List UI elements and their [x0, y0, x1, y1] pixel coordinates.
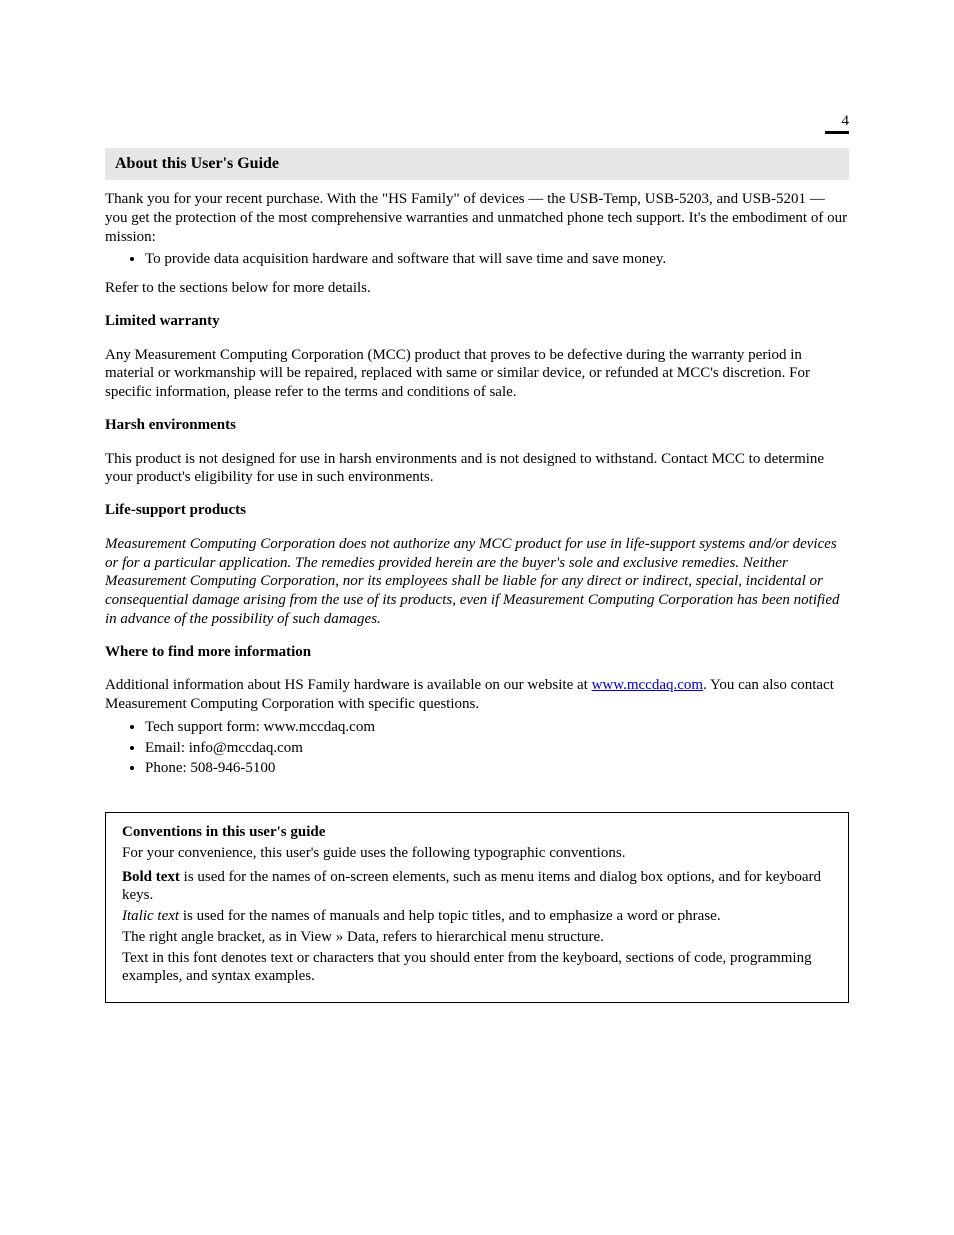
- whereto-heading: Where to find more information: [105, 643, 849, 662]
- label-italic: Italic text: [122, 908, 179, 924]
- info-box-row-bracket: The right angle bracket, as in View » Da…: [122, 928, 832, 947]
- whereto-text-a: Additional information about HS Family h…: [105, 677, 588, 693]
- info-box-row-bold: Bold text is used for the names of on-sc…: [122, 868, 832, 906]
- info-box-title: Conventions in this user's guide: [122, 823, 832, 842]
- intro-para-1: Thank you for your recent purchase. With…: [105, 190, 849, 246]
- document-page: 4 About this User's Guide Thank you for …: [0, 0, 954, 1235]
- section-heading-bar: About this User's Guide: [105, 148, 849, 180]
- conventions-info-box: Conventions in this user's guide For you…: [105, 812, 849, 1003]
- list-item: Email: info@mccdaq.com: [145, 739, 849, 758]
- warranty-heading: Limited warranty: [105, 312, 849, 331]
- info-box-row-mono: Text in this font denotes text or charac…: [122, 949, 832, 987]
- info-box-intro: For your convenience, this user's guide …: [122, 844, 832, 863]
- harsh-heading: Harsh environments: [105, 416, 849, 435]
- intro-bullet-list: To provide data acquisition hardware and…: [105, 250, 849, 269]
- intro-block: Thank you for your recent purchase. With…: [105, 190, 849, 298]
- whereto-para: Additional information about HS Family h…: [105, 676, 849, 714]
- lifesupport-disclaimer: Measurement Computing Corporation does n…: [105, 535, 849, 629]
- list-item: To provide data acquisition hardware and…: [145, 250, 849, 269]
- page-number-rule: [825, 131, 849, 134]
- list-item: Tech support form: www.mccdaq.com: [145, 718, 849, 737]
- section-title: About this User's Guide: [115, 155, 279, 172]
- whereto-list: Tech support form: www.mccdaq.com Email:…: [105, 718, 849, 778]
- intro-para-2: Refer to the sections below for more det…: [105, 279, 849, 298]
- label-bold: Bold text: [122, 869, 180, 885]
- harsh-para: This product is not designed for use in …: [105, 450, 849, 488]
- info-box-row-italic: Italic text is used for the names of man…: [122, 907, 832, 926]
- lifesupport-heading: Life-support products: [105, 501, 849, 520]
- warranty-para: Any Measurement Computing Corporation (M…: [105, 346, 849, 402]
- body-italic-desc: is used for the names of manuals and hel…: [179, 908, 721, 924]
- list-item: Phone: 508-946-5100: [145, 759, 849, 778]
- whereto-link[interactable]: www.mccdaq.com: [592, 677, 704, 693]
- body-bold-desc: is used for the names of on-screen eleme…: [122, 869, 821, 904]
- page-number: 4: [842, 112, 850, 131]
